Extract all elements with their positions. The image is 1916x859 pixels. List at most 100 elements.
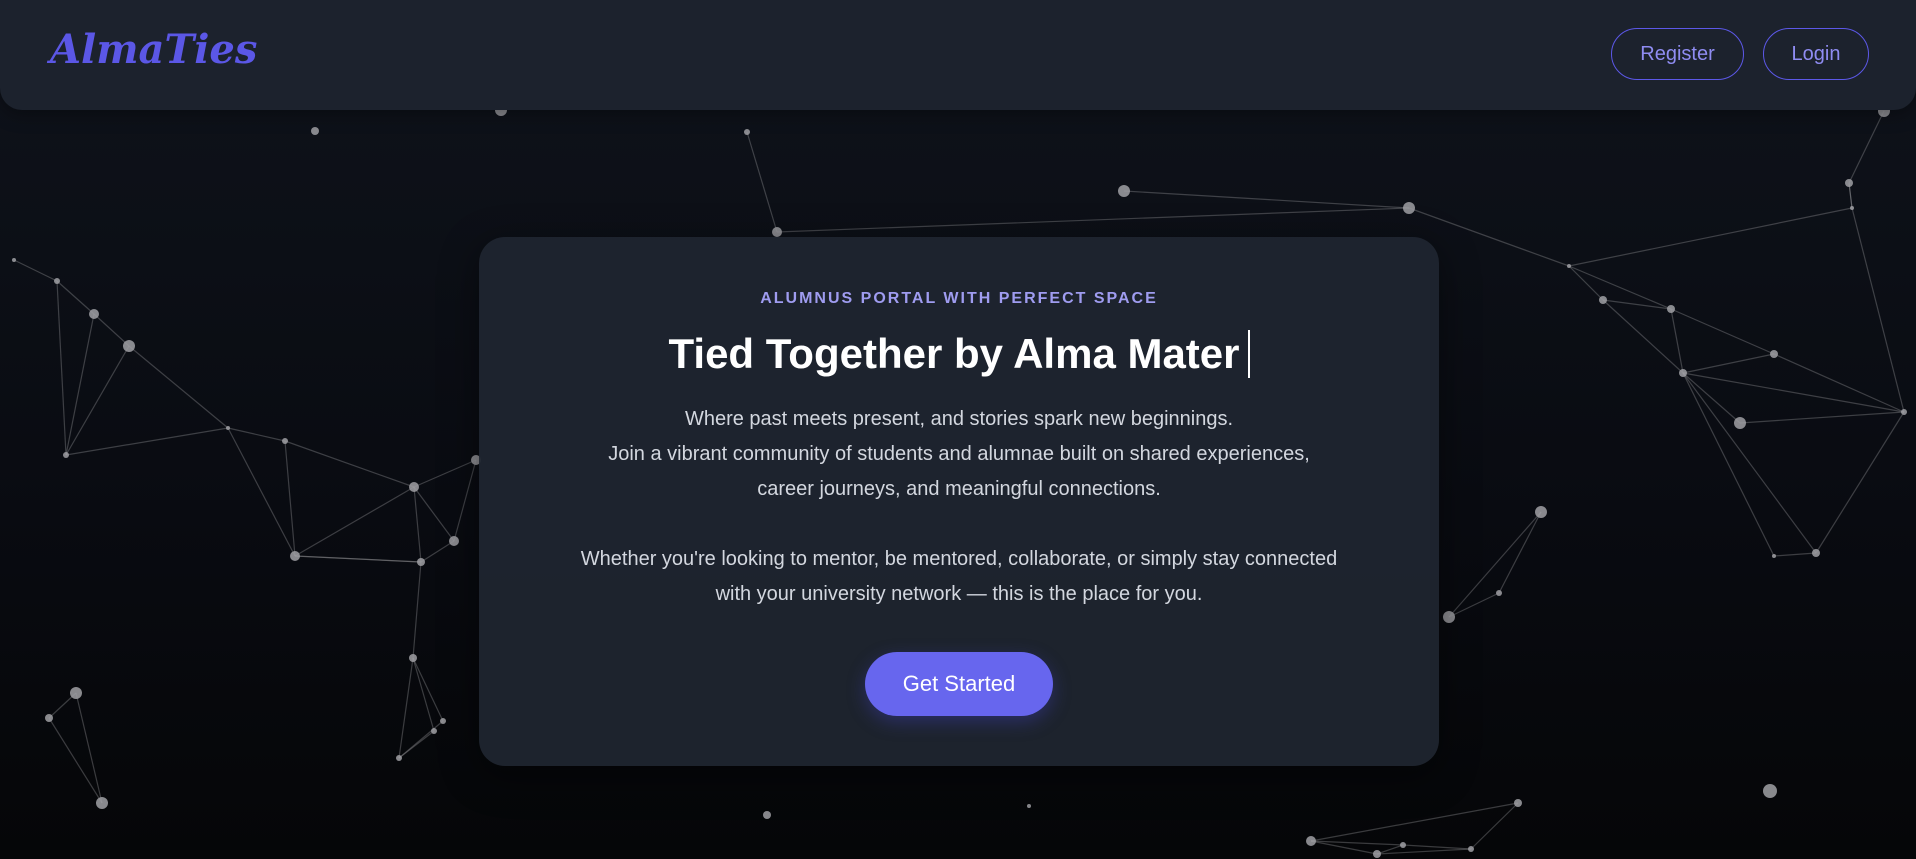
network-node [1468,846,1474,852]
network-node [417,558,425,566]
network-link [1682,372,1741,424]
network-link [413,459,477,488]
network-link [65,313,95,456]
network-link [1568,265,1604,301]
network-node [1118,185,1130,197]
network-node [1772,554,1776,558]
hero-card: ALUMNUS PORTAL WITH PERFECT SPACE Tied T… [479,237,1439,766]
network-link [227,427,286,442]
network-link [413,486,455,542]
network-node [1845,179,1853,187]
network-link [93,313,130,347]
hero-eyebrow: ALUMNUS PORTAL WITH PERFECT SPACE [760,290,1158,307]
network-node [45,714,53,722]
hero-intro-line: Where past meets present, and stories sp… [684,408,1234,430]
network-node [123,340,135,352]
network-link [1815,411,1905,554]
network-link [1682,372,1817,554]
network-node [70,687,82,699]
network-link [48,717,103,804]
network-link [1670,308,1775,355]
network-node [1679,369,1687,377]
site-logo[interactable]: AlmaTies [50,26,257,73]
network-node [1901,409,1907,415]
network-link [1310,802,1519,842]
network-link [1310,840,1404,846]
network-node [1514,799,1522,807]
network-link [776,207,1410,233]
network-link [1123,190,1410,209]
network-node [1403,202,1415,214]
network-link [1448,511,1542,618]
network-node [1373,850,1381,858]
network-link [284,440,415,488]
network-link [398,657,414,759]
network-node [1027,804,1031,808]
network-node [1400,842,1406,848]
network-node [282,438,288,444]
network-node [1535,506,1547,518]
network-node [1770,350,1778,358]
network-link [56,280,67,456]
network-link [1773,552,1817,557]
register-button[interactable]: Register [1611,28,1744,80]
network-link [398,730,435,759]
network-link [294,486,415,557]
network-node [1306,836,1316,846]
network-link [1848,110,1885,184]
network-node [1496,590,1502,596]
network-node [54,278,60,284]
network-link [56,280,95,315]
network-link [1402,844,1472,850]
network-node [1812,549,1820,557]
hero-intro-paragraph: Where past meets present, and stories sp… [509,402,1409,507]
network-link [294,555,422,563]
login-button[interactable]: Login [1763,28,1869,80]
network-link [1739,411,1905,424]
hero-title: Tied Together by Alma Mater [479,329,1439,379]
hero-title-text: Tied Together by Alma Mater [668,330,1240,377]
network-link [1682,372,1905,413]
hero-intro-line: career journeys, and meaningful connecti… [757,478,1161,500]
network-link [453,459,477,542]
network-node [431,728,437,734]
network-link [65,427,229,456]
network-node [396,755,402,761]
network-node [226,426,230,430]
network-link [1682,372,1775,557]
network-node [440,718,446,724]
network-node [12,258,16,262]
get-started-button[interactable]: Get Started [865,652,1053,716]
typing-cursor [1247,330,1250,378]
network-link [13,259,58,282]
hero-invite-paragraph: Whether you're looking to mentor, be men… [509,542,1409,612]
network-link [1682,353,1775,374]
navbar: AlmaTies Register Login [0,0,1916,110]
hero-intro-line: Join a vibrant community of students and… [608,443,1310,465]
network-link [1568,207,1853,267]
hero-invite-line: with your university network — this is t… [715,583,1203,605]
network-node [89,309,99,319]
network-node [1734,417,1746,429]
network-node [1599,296,1607,304]
network-link [412,561,422,659]
network-node [311,127,319,135]
network-node [96,797,108,809]
network-node [409,482,419,492]
hero-invite-line: Whether you're looking to mentor, be men… [580,548,1338,570]
network-link [65,345,130,456]
network-link [746,131,778,233]
network-link [75,692,103,804]
network-node [1850,206,1854,210]
network-link [128,345,229,429]
network-node [63,452,69,458]
network-link [1773,353,1905,413]
network-link [413,486,422,563]
network-node [449,536,459,546]
network-link [1448,592,1500,618]
network-node [1667,305,1675,313]
network-node [1567,264,1571,268]
landing-page: AlmaTies Register Login ALUMNUS PORTAL W… [0,0,1916,859]
network-node [1763,784,1777,798]
network-node [409,654,417,662]
